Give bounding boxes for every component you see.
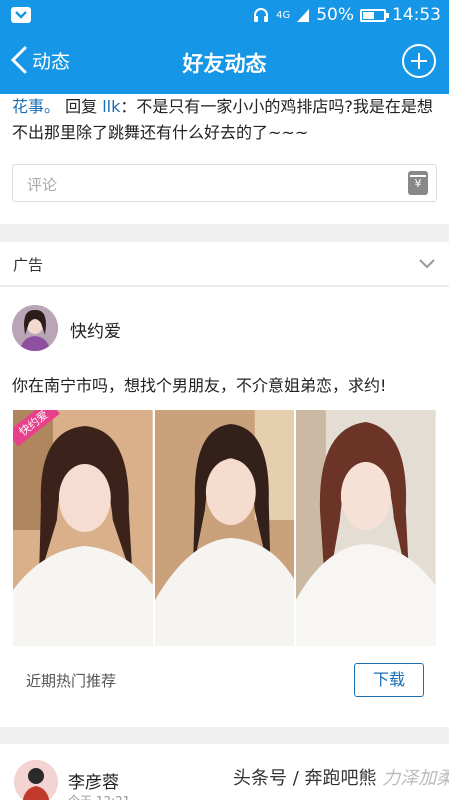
ad-photo[interactable] (154, 410, 295, 646)
signal-icon (297, 9, 310, 22)
download-button[interactable]: 下载 (354, 663, 424, 697)
account-name[interactable]: 快约爱 (70, 317, 121, 342)
reply-word: 回复 (60, 97, 103, 116)
nav-bar: 动态 好友动态 (0, 30, 449, 94)
ad-label: 广告 (13, 256, 44, 274)
watermark-text: 头条号 / 奔跑吧熊 (233, 768, 377, 789)
reply-card: 花事。 回复 llk：不是只有一家小小的鸡排店吗?我是在是想不出那里除了跳舞还有… (0, 94, 449, 224)
battery-icon (360, 8, 389, 22)
gift-icon[interactable]: ¥ (408, 171, 428, 195)
avatar[interactable] (12, 305, 58, 351)
watermark-faint: 力泽加柔 (382, 768, 449, 789)
reply-target[interactable]: llk (102, 97, 120, 116)
ad-photo[interactable] (296, 410, 437, 646)
reply-text: 花事。 回复 llk：不是只有一家小小的鸡排店吗?我是在是想不出那里除了跳舞还有… (12, 94, 442, 146)
add-icon[interactable] (402, 44, 436, 78)
ad-card: 快约爱 你在南宁市吗，想找个男朋友，不介意姐弟恋，求约! 快约爱 近期热门推荐 … (0, 287, 449, 727)
ad-photo[interactable]: 快约爱 (13, 410, 153, 646)
ad-photos[interactable]: 快约爱 (13, 410, 437, 646)
ad-text: 你在南宁市吗，想找个男朋友，不介意姐弟恋，求约! (12, 376, 387, 395)
comment-input[interactable]: 评论 ¥ (12, 164, 437, 202)
ad-header: 广告 (0, 242, 449, 286)
headphone-icon (254, 8, 269, 22)
comment-placeholder: 评论 (27, 176, 58, 194)
battery-percent: 50% (316, 5, 354, 25)
status-bar: 4G 50% 14:53 (0, 0, 449, 30)
notification-icon (11, 7, 31, 23)
page-title: 好友动态 (182, 52, 267, 76)
watermark: 头条号 / 奔跑吧熊 力泽加柔 (233, 764, 449, 790)
reply-author[interactable]: 花事。 (12, 97, 60, 116)
avatar[interactable] (14, 760, 58, 800)
network-type: 4G (276, 9, 291, 21)
clock: 14:53 (392, 5, 441, 25)
recommend-label: 近期热门推荐 (26, 672, 117, 690)
post-author[interactable]: 李彦蓉 (68, 768, 119, 793)
chevron-down-icon[interactable] (417, 253, 437, 273)
post-time: 今天 12:21 (68, 792, 130, 800)
